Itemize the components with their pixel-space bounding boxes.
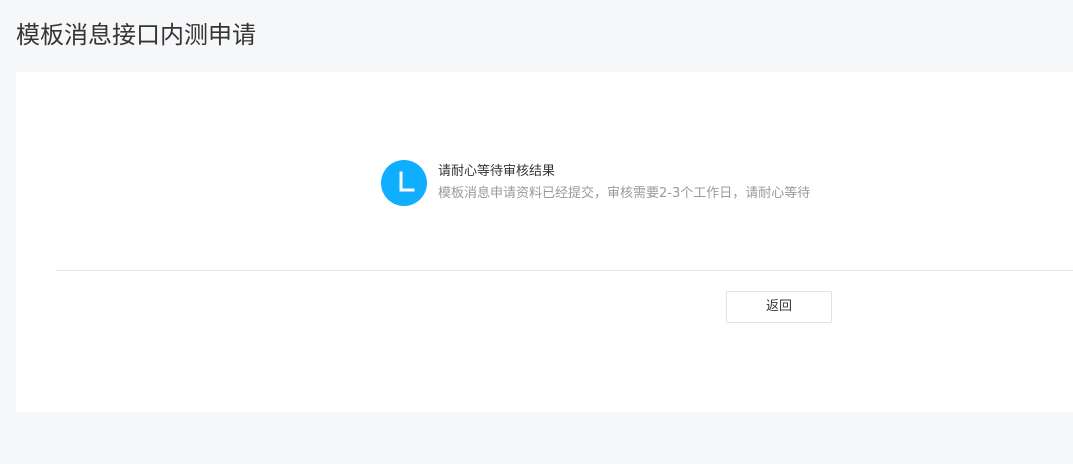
divider xyxy=(56,270,1073,271)
clock-icon xyxy=(381,160,427,206)
back-button[interactable]: 返回 xyxy=(726,291,832,323)
status-title: 请耐心等待审核结果 xyxy=(438,164,556,179)
status-message: 请耐心等待审核结果 模板消息申请资料已经提交，审核需要2-3个工作日，请耐心等待 xyxy=(381,160,881,208)
status-description: 模板消息申请资料已经提交，审核需要2-3个工作日，请耐心等待 xyxy=(438,186,811,201)
content-panel: 请耐心等待审核结果 模板消息申请资料已经提交，审核需要2-3个工作日，请耐心等待… xyxy=(16,72,1073,412)
page-title: 模板消息接口内测申请 xyxy=(16,21,256,49)
